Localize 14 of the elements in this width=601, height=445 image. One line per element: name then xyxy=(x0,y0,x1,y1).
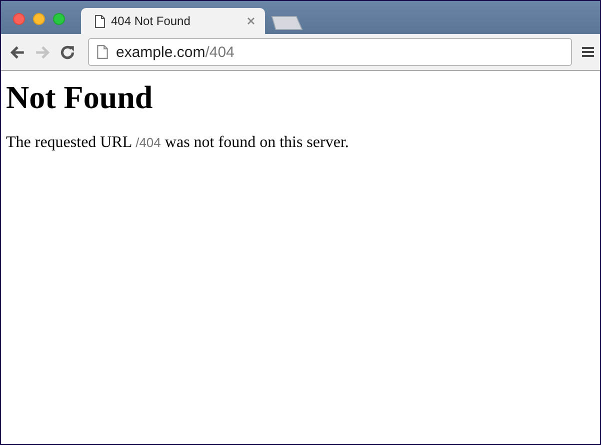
address-bar[interactable]: example.com/404 xyxy=(88,38,572,66)
browser-tab[interactable]: 404 Not Found xyxy=(81,8,265,34)
menu-icon[interactable] xyxy=(582,46,594,58)
minimize-window-button[interactable] xyxy=(33,12,45,24)
reload-icon[interactable] xyxy=(59,44,76,60)
document-icon xyxy=(97,45,108,59)
new-tab-button[interactable] xyxy=(271,15,303,31)
document-icon xyxy=(95,14,105,28)
error-message: The requested URL /404 was not found on this server. xyxy=(6,134,350,152)
page-heading: Not Found xyxy=(6,79,154,116)
close-icon[interactable] xyxy=(247,17,255,25)
back-arrow-icon[interactable] xyxy=(9,44,26,60)
url-text: example.com/404 xyxy=(116,44,234,60)
zoom-window-button[interactable] xyxy=(53,12,65,24)
